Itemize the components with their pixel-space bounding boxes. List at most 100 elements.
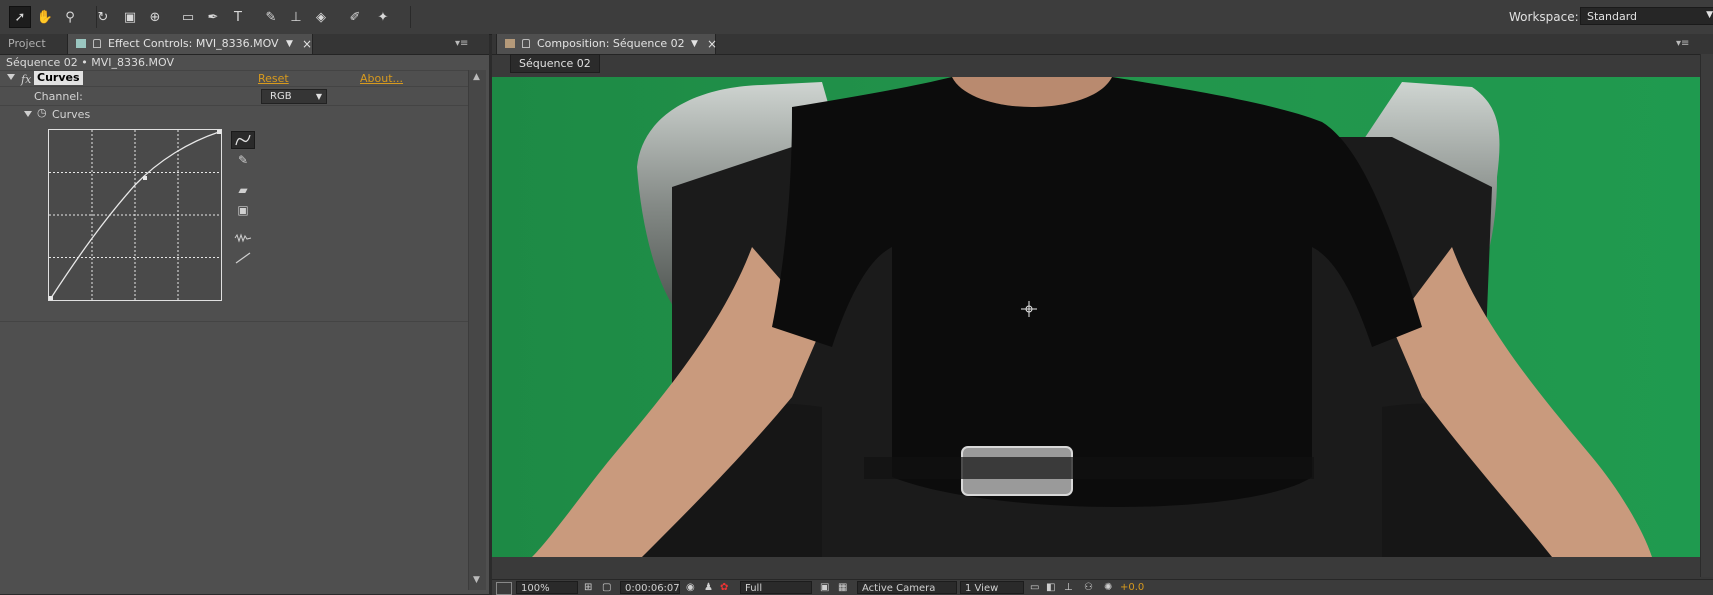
tab-composition[interactable]: Composition: Séquence 02 ▼ ×: [496, 34, 717, 54]
open-folder-icon[interactable]: ▰: [231, 181, 255, 199]
channel-color-icon[interactable]: ✿: [720, 581, 728, 594]
layer-path: Séquence 02 • MVI_8336.MOV: [6, 56, 174, 69]
workspace-label: Workspace:: [1509, 10, 1579, 24]
region-of-interest-icon[interactable]: ▢: [602, 581, 616, 594]
flowchart-view-icon[interactable]: ⚇: [1084, 581, 1093, 594]
viewer-control-bar: 100% ⊞ ▢ 0:00:06:07 ◉ ♟ ✿ Full ▣ ▦ Activ…: [492, 579, 1713, 595]
channel-value: RGB: [270, 91, 292, 102]
tab-composition-label: Composition: Séquence 02: [537, 37, 685, 50]
camera-value: Active Camera: [862, 583, 936, 594]
curves-collapse-toggle[interactable]: [24, 111, 32, 117]
reset-link[interactable]: Reset: [258, 72, 289, 85]
timecode-value: 0:00:06:07: [625, 583, 680, 594]
show-snapshot-icon[interactable]: ♟: [704, 581, 713, 594]
selection-tool-icon[interactable]: ➚: [9, 6, 31, 28]
exposure-value[interactable]: +0.0: [1120, 581, 1144, 594]
divider: [0, 321, 468, 322]
hand-tool-icon[interactable]: ✋: [34, 6, 56, 28]
tab-menu-chevron-icon[interactable]: ▼: [286, 34, 293, 54]
composition-frame-image: [492, 77, 1713, 557]
eraser-tool-icon[interactable]: ◈: [310, 6, 332, 28]
clone-stamp-tool-icon[interactable]: ⊥: [285, 6, 307, 28]
reset-linear-icon[interactable]: [231, 249, 255, 267]
lock-icon[interactable]: [521, 39, 530, 48]
magnification-value: 100%: [521, 583, 550, 594]
workspace-value: Standard: [1587, 10, 1638, 23]
composition-scrollbar[interactable]: [1700, 54, 1713, 577]
camera-view-select[interactable]: Active Camera: [857, 581, 957, 594]
pen-tool-icon[interactable]: ✒: [202, 6, 224, 28]
composition-panel: Composition: Séquence 02 ▼ × ▾≡ Séquence…: [492, 34, 1713, 595]
views-value: 1 View: [965, 583, 999, 594]
scroll-down-icon[interactable]: ▼: [473, 575, 480, 585]
smooth-curve-icon[interactable]: [231, 229, 255, 247]
divider: [0, 105, 468, 106]
pan-behind-tool-icon[interactable]: ⊕: [144, 6, 166, 28]
lock-icon[interactable]: [92, 39, 101, 48]
comp-color-swatch: [505, 39, 515, 48]
resolution-select[interactable]: Full: [740, 581, 812, 594]
stopwatch-icon[interactable]: ◷: [37, 106, 47, 119]
fast-previews-icon[interactable]: ▣: [820, 581, 829, 594]
tab-effect-controls-label: Effect Controls: MVI_8336.MOV: [108, 37, 279, 50]
brush-tool-icon[interactable]: ✎: [260, 6, 282, 28]
flowchart-icon[interactable]: ⊥: [1064, 581, 1073, 594]
curve-point[interactable]: [49, 296, 53, 300]
rectangle-tool-icon[interactable]: ▭: [177, 6, 199, 28]
channel-label: Channel:: [34, 90, 83, 103]
curves-graph[interactable]: [48, 129, 222, 301]
always-preview-icon[interactable]: [496, 582, 512, 595]
type-tool-icon[interactable]: T: [227, 6, 249, 28]
left-panel-tabbar: Project Effect Controls: MVI_8336.MOV ▼ …: [0, 34, 489, 55]
magnification-select[interactable]: 100%: [516, 581, 578, 594]
chevron-down-icon: ▼: [1706, 10, 1713, 20]
tab-close-icon[interactable]: ×: [302, 34, 312, 54]
pixel-aspect-icon[interactable]: ▭: [1030, 581, 1039, 594]
toolbar-separator: [410, 6, 411, 28]
effect-collapse-toggle[interactable]: [7, 74, 15, 80]
curves-property-label: Curves: [52, 108, 91, 121]
panel-menu-icon[interactable]: ▾≡: [455, 34, 468, 54]
save-icon[interactable]: ▣: [231, 201, 255, 219]
pencil-tool-icon[interactable]: ✎: [231, 151, 255, 169]
effect-name[interactable]: Curves: [34, 71, 83, 85]
bezier-curve-tool-icon[interactable]: [231, 131, 255, 149]
chevron-down-icon: ▼: [315, 92, 322, 101]
panel-menu-icon[interactable]: ▾≡: [1676, 34, 1689, 54]
sequence-tab-label: Séquence 02: [519, 57, 591, 70]
current-time-field[interactable]: 0:00:06:07: [620, 581, 680, 594]
reset-exposure-icon[interactable]: ✺: [1104, 581, 1112, 594]
tab-effect-controls[interactable]: Effect Controls: MVI_8336.MOV ▼ ×: [67, 34, 313, 54]
view-layout-select[interactable]: 1 View: [960, 581, 1024, 594]
tab-project-label: Project: [8, 37, 46, 50]
divider: [0, 86, 468, 87]
composition-tabbar: Composition: Séquence 02 ▼ × ▾≡: [492, 34, 1713, 55]
safe-margins-icon[interactable]: ⊞: [584, 581, 598, 594]
roto-brush-tool-icon[interactable]: ✐: [344, 6, 366, 28]
zoom-tool-icon[interactable]: ⚲: [59, 6, 81, 28]
snapshot-icon[interactable]: ◉: [686, 581, 695, 594]
channel-select[interactable]: RGB ▼: [261, 89, 327, 104]
tools-toolbar: ➚ ✋ ⚲ ↻ ▣ ⊕ ▭ ✒ T ✎ ⊥ ◈ ✐ ✦ Workspace: Standard ▼: [0, 0, 1713, 35]
toolbar-separator: [96, 6, 97, 28]
curve-point[interactable]: [217, 130, 221, 134]
resolution-value: Full: [745, 583, 763, 594]
workspace-select[interactable]: Standard ▼: [1580, 7, 1713, 25]
vertical-scrollbar[interactable]: ▲ ▼: [468, 70, 486, 590]
effect-controls-panel: Project Effect Controls: MVI_8336.MOV ▼ …: [0, 34, 489, 594]
tab-menu-chevron-icon[interactable]: ▼: [691, 34, 698, 54]
about-link[interactable]: About...: [360, 72, 403, 85]
curves-graph-canvas[interactable]: [49, 130, 221, 300]
tab-project[interactable]: Project: [0, 34, 64, 54]
fx-toggle-icon[interactable]: fx: [21, 73, 31, 86]
toggle-mask-icon[interactable]: ◧: [1046, 581, 1055, 594]
scroll-up-icon[interactable]: ▲: [473, 72, 480, 82]
camera-tool-icon[interactable]: ▣: [119, 6, 141, 28]
puppet-pin-tool-icon[interactable]: ✦: [372, 6, 394, 28]
curve-point[interactable]: [143, 176, 147, 180]
layer-color-swatch: [76, 39, 86, 48]
transparency-grid-icon[interactable]: ▦: [838, 581, 847, 594]
composition-viewer[interactable]: [492, 77, 1713, 557]
tab-close-icon[interactable]: ×: [707, 34, 717, 54]
sequence-breadcrumb-tab[interactable]: Séquence 02: [510, 54, 600, 73]
